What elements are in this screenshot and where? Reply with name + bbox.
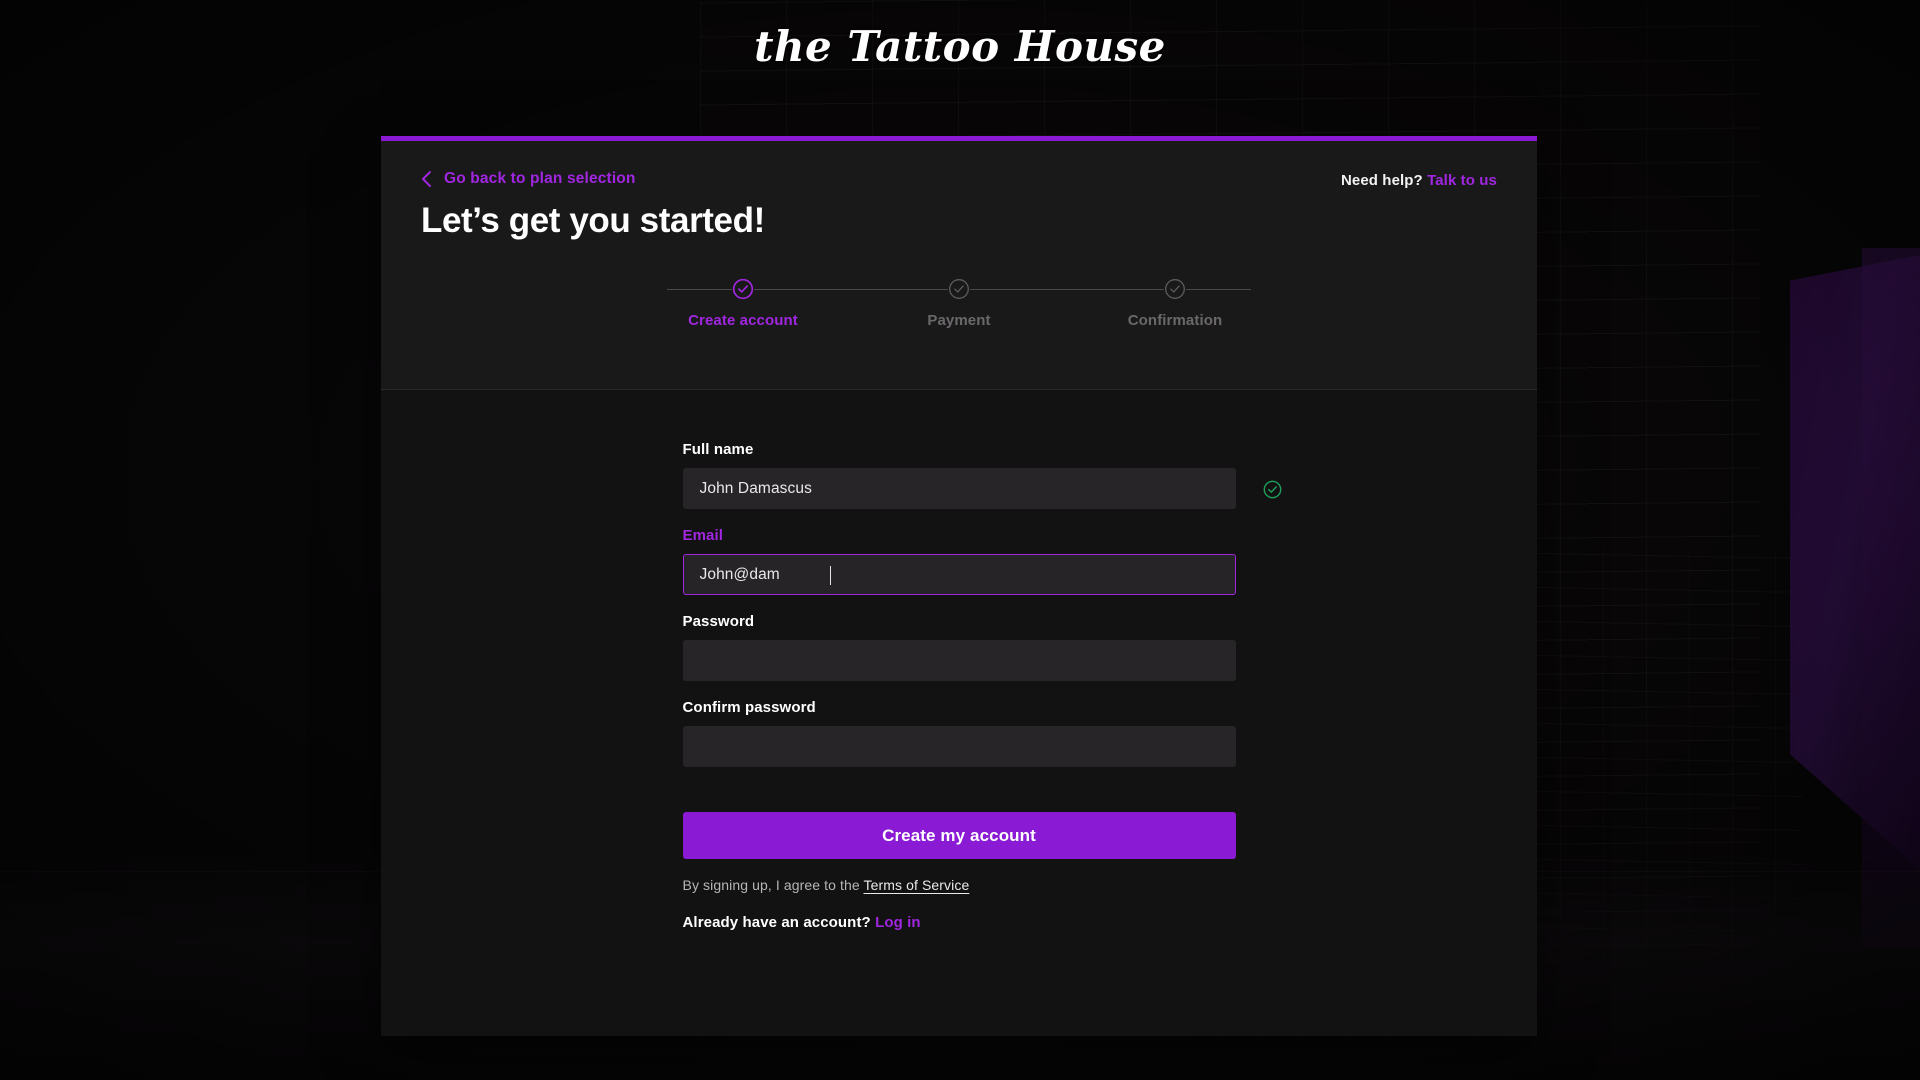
field-full-name: Full name (682, 441, 1281, 509)
step-create-account[interactable]: Create account (653, 278, 833, 329)
go-back-to-plan-selection-link[interactable]: Go back to plan selection (421, 170, 636, 188)
step-confirmation[interactable]: Confirmation (1085, 278, 1265, 329)
create-my-account-button[interactable]: Create my account (682, 812, 1236, 859)
go-back-label: Go back to plan selection (444, 170, 636, 187)
card-header-row: Go back to plan selection Need help? Tal… (421, 170, 1497, 189)
already-have-account-text: Already have an account? Log in (683, 914, 1236, 931)
log-in-link[interactable]: Log in (875, 914, 921, 931)
chevron-left-icon (421, 170, 432, 188)
terms-agreement-text: By signing up, I agree to the Terms of S… (683, 877, 1236, 893)
check-circle-icon (732, 278, 754, 300)
check-circle-icon (948, 278, 970, 300)
text-caret (829, 566, 831, 585)
confirm-password-label: Confirm password (682, 699, 816, 716)
need-help-label: Need help? (1340, 172, 1423, 189)
terms-of-service-link[interactable]: Terms of Service (863, 877, 969, 893)
email-input[interactable] (682, 554, 1236, 595)
step-label: Confirmation (1127, 312, 1223, 329)
step-label: Create account (688, 312, 798, 329)
password-label: Password (682, 613, 755, 630)
stepper-steps: Create account Payment Confirmation (653, 278, 1265, 329)
check-circle-icon (1164, 278, 1186, 300)
need-help-block: Need help? Talk to us (1341, 170, 1497, 189)
field-email: Email (682, 527, 1236, 595)
field-password: Password (682, 613, 1236, 681)
checkout-stepper: Create account Payment Confirmation (653, 278, 1265, 329)
check-circle-green-icon (1263, 480, 1282, 499)
terms-prefix: By signing up, I agree to the (682, 877, 864, 893)
card-body: Full name Email Password (381, 390, 1537, 931)
talk-to-us-link[interactable]: Talk to us (1427, 172, 1497, 189)
email-label: Email (682, 527, 724, 544)
full-name-label: Full name (682, 441, 754, 458)
field-confirm-password: Confirm password (682, 699, 1236, 767)
brand-logo: the Tattoo House (754, 22, 1166, 71)
page-title: Let’s get you started! (421, 201, 765, 240)
step-payment[interactable]: Payment (869, 278, 1049, 329)
step-label: Payment (927, 312, 991, 329)
confirm-password-input[interactable] (682, 726, 1236, 767)
already-prefix: Already have an account? (682, 914, 876, 931)
signup-form: Full name Email Password (682, 441, 1281, 931)
signup-card: Go back to plan selection Need help? Tal… (381, 136, 1537, 1036)
password-input[interactable] (682, 640, 1236, 681)
card-header: Go back to plan selection Need help? Tal… (381, 141, 1537, 390)
full-name-input[interactable] (682, 468, 1236, 509)
